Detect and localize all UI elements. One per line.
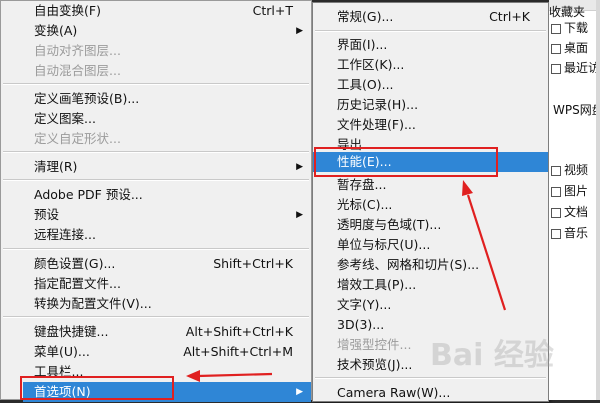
annotation-arrow-left <box>197 372 273 378</box>
arrow-head-icon <box>186 370 200 382</box>
annotation-arrow-up <box>466 194 507 311</box>
arrow-head-icon <box>462 180 473 196</box>
watermark: Bai 经验 <box>430 338 554 373</box>
